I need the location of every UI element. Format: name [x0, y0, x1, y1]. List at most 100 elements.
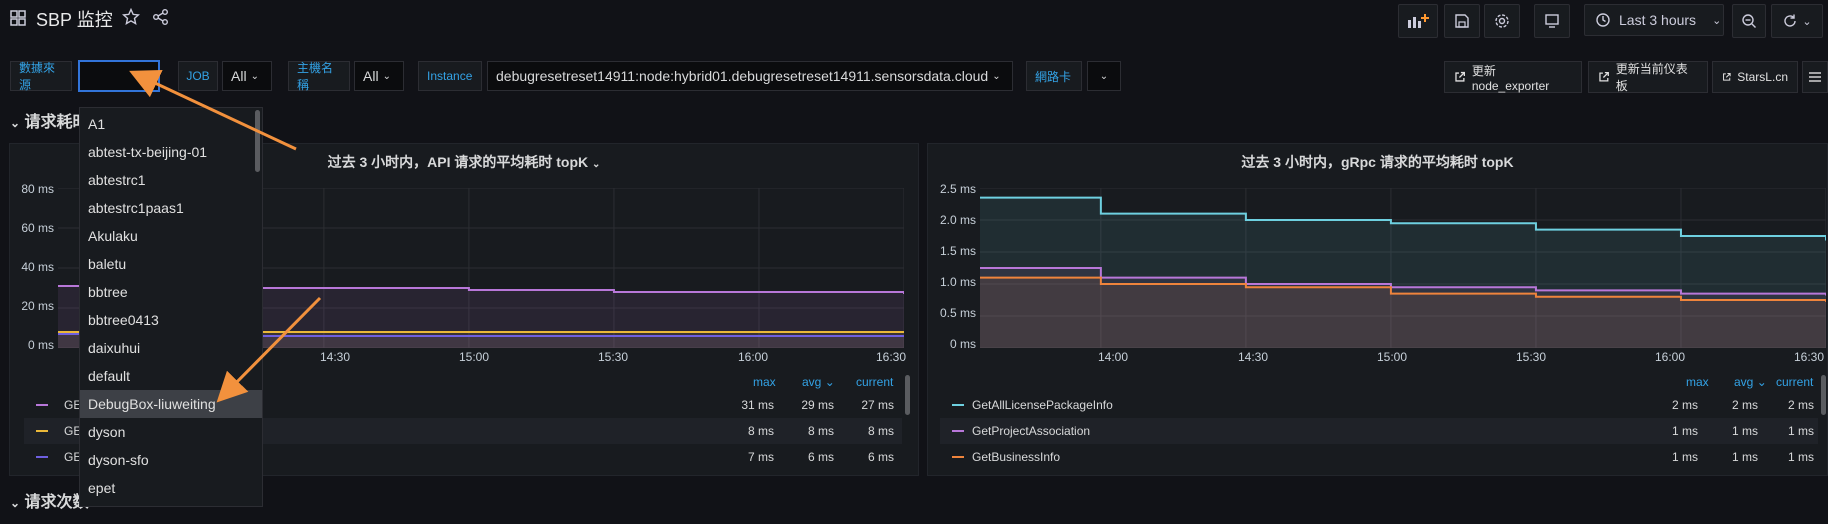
- legend-current: 2 ms: [1787, 398, 1814, 412]
- legend-current: 6 ms: [867, 450, 894, 464]
- y-tick: 1.5 ms: [939, 244, 976, 258]
- datasource-option[interactable]: default: [80, 362, 262, 390]
- y-tick: 0.5 ms: [939, 306, 976, 320]
- legend-header-avg-label: avg: [802, 375, 822, 389]
- chevron-down-icon: ⌄: [1802, 15, 1812, 28]
- x-tick: 16:30: [876, 350, 907, 364]
- clock-icon: [1596, 13, 1610, 27]
- update-node-exporter-link[interactable]: 更新node_exporter: [1444, 61, 1582, 93]
- legend-avg: 8 ms: [807, 424, 834, 438]
- dashboard-settings-button[interactable]: [1484, 4, 1520, 38]
- legend-swatch: [36, 430, 48, 432]
- tv-mode-button[interactable]: [1534, 4, 1570, 38]
- legend-avg: 29 ms: [801, 398, 834, 412]
- refresh-button[interactable]: ⌄: [1771, 4, 1823, 38]
- dropdown-scrollbar[interactable]: [255, 110, 260, 172]
- datasource-option[interactable]: dyson: [80, 418, 262, 446]
- legend-header-avg-label: avg: [1734, 375, 1754, 389]
- datasource-option[interactable]: daixuhui: [80, 334, 262, 362]
- legend-scrollbar[interactable]: [905, 375, 910, 415]
- chevron-down-icon: ⌄: [1756, 375, 1767, 389]
- datasource-option[interactable]: A1: [80, 110, 262, 138]
- x-tick: 15:30: [1516, 350, 1547, 364]
- x-tick: 15:30: [598, 350, 629, 364]
- legend-name: GetBusinessInfo: [972, 450, 1061, 464]
- datasource-select[interactable]: [79, 61, 159, 91]
- legend-header-current[interactable]: current: [1776, 375, 1813, 389]
- legend-scrollbar[interactable]: [1821, 375, 1826, 415]
- save-icon: [1455, 14, 1469, 28]
- y-tick: 80 ms: [21, 182, 54, 196]
- legend-current: 1 ms: [1787, 450, 1814, 464]
- x-tick: 16:00: [1655, 350, 1686, 364]
- datasource-option[interactable]: abtestrc1: [80, 166, 262, 194]
- datasource-option[interactable]: abtestrc1paas1: [80, 194, 262, 222]
- legend-row[interactable]: GetBusinessInfo 1 ms 1 ms 1 ms: [940, 444, 1818, 470]
- starsl-label: StarsL.cn: [1737, 70, 1788, 84]
- monitor-icon: [1545, 14, 1559, 28]
- y-tick: 20 ms: [21, 299, 54, 313]
- save-dashboard-button[interactable]: [1444, 4, 1480, 38]
- row-collapse-toggle[interactable]: ⌄ 请求次数: [10, 488, 89, 512]
- zoom-out-icon: [1742, 14, 1756, 28]
- panel-title[interactable]: 过去 3 小时内，gRpc 请求的平均耗时 topK: [928, 152, 1827, 172]
- y-tick: 0 ms: [949, 337, 976, 351]
- y-tick: 0 ms: [27, 338, 54, 352]
- chart-area-right[interactable]: [980, 188, 1826, 348]
- add-panel-icon: [1408, 14, 1429, 28]
- chevron-down-icon: ⌄: [1712, 14, 1722, 27]
- legend-name: GetAllLicensePackageInfo: [972, 398, 1113, 412]
- datasource-option[interactable]: bbtree0413: [80, 306, 262, 334]
- datasource-option[interactable]: epet: [80, 474, 262, 502]
- datasource-options: A1 abtest-tx-beijing-01 abtestrc1 abtestrc1…: [80, 108, 262, 502]
- host-select[interactable]: All ⌄: [354, 61, 404, 91]
- dashboard-title[interactable]: SBP 监控: [36, 6, 113, 32]
- starsl-link[interactable]: StarsL.cn: [1712, 61, 1798, 93]
- legend-avg: 1 ms: [1731, 424, 1758, 438]
- share-icon[interactable]: [152, 8, 170, 26]
- y-tick: 40 ms: [21, 260, 54, 274]
- legend-header-max[interactable]: max: [1686, 375, 1709, 389]
- datasource-option[interactable]: Akulaku: [80, 222, 262, 250]
- datasource-label: 數據來源: [10, 61, 72, 92]
- x-tick: 16:30: [1794, 350, 1825, 364]
- datasource-option[interactable]: baletu: [80, 250, 262, 278]
- legend-row[interactable]: GetProjectAssociation 1 ms 1 ms 1 ms: [940, 418, 1818, 444]
- job-select[interactable]: All ⌄: [222, 61, 272, 91]
- legend-header-current[interactable]: current: [856, 375, 893, 389]
- datasource-option[interactable]: bbtree: [80, 278, 262, 306]
- y-tick: 1.0 ms: [939, 275, 976, 289]
- zoom-out-button[interactable]: [1732, 4, 1766, 38]
- legend-max: 8 ms: [747, 424, 774, 438]
- datasource-option[interactable]: DebugBox-liuweiting: [80, 390, 262, 418]
- legend-avg: 2 ms: [1731, 398, 1758, 412]
- x-tick: 15:00: [459, 350, 490, 364]
- x-tick: 14:30: [1238, 350, 1269, 364]
- row-collapse-toggle[interactable]: ⌄ 请求耗时: [10, 108, 89, 132]
- chevron-down-icon: ⌄: [382, 70, 391, 82]
- more-menu-button[interactable]: [1802, 61, 1828, 93]
- time-range-label: Last 3 hours: [1619, 12, 1697, 28]
- update-dashboard-link[interactable]: 更新当前仪表板: [1588, 61, 1708, 93]
- add-panel-button[interactable]: [1398, 4, 1438, 38]
- legend-avg: 6 ms: [807, 450, 834, 464]
- datasource-option[interactable]: abtest-tx-beijing-01: [80, 138, 262, 166]
- instance-select[interactable]: debugresetreset14911:node:hybrid01.debug…: [487, 61, 1013, 91]
- legend-row[interactable]: GetAllLicensePackageInfo 2 ms 2 ms 2 ms: [940, 392, 1818, 418]
- legend-swatch: [952, 456, 964, 458]
- legend-name: GetProjectAssociation: [972, 424, 1091, 438]
- datasource-dropdown[interactable]: A1 abtest-tx-beijing-01 abtestrc1 abtestrc1…: [79, 107, 263, 507]
- dashboards-grid-icon[interactable]: [10, 10, 26, 26]
- legend-swatch: [952, 404, 964, 406]
- host-value: All: [363, 68, 379, 84]
- legend-header-avg[interactable]: avg ⌄: [802, 375, 835, 389]
- time-range-picker[interactable]: Last 3 hours ⌄: [1584, 4, 1724, 36]
- nic-select[interactable]: ⌄: [1087, 61, 1121, 91]
- star-icon[interactable]: [122, 8, 140, 26]
- datasource-option[interactable]: dyson-sfo: [80, 446, 262, 474]
- legend-header-avg[interactable]: avg ⌄: [1734, 375, 1767, 389]
- job-label: JOB: [178, 61, 218, 91]
- update-node-exporter-label: 更新node_exporter: [1471, 63, 1550, 93]
- legend-header-max[interactable]: max: [753, 375, 776, 389]
- hamburger-icon: [1809, 72, 1821, 82]
